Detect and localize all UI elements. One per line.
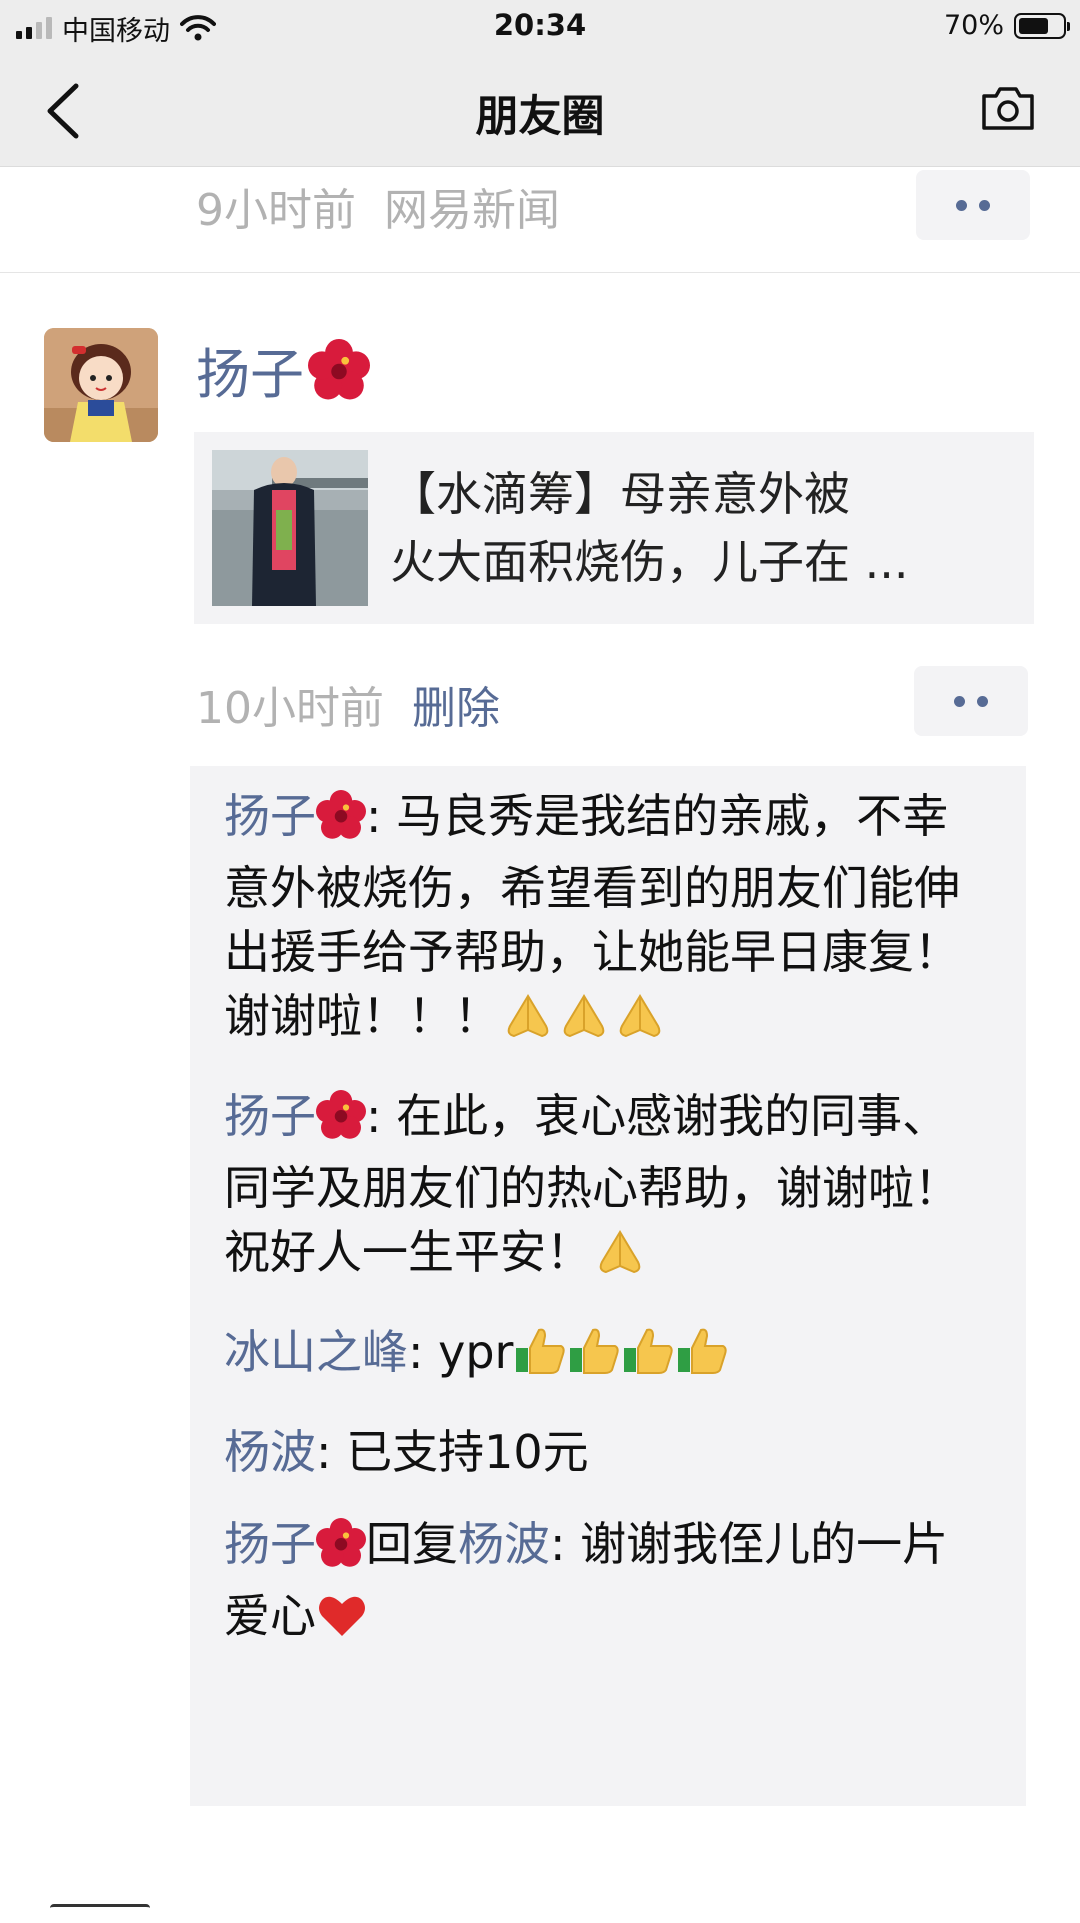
post-author[interactable]: 扬子 [196,330,370,409]
pray-icon [612,990,668,1056]
shared-link-thumbnail [212,450,368,606]
thumbs-up-icon [513,1326,567,1392]
reply-word: 回复 [366,1517,458,1571]
dot-icon [977,695,988,707]
post-meta: 10小时前 删除 [196,672,500,736]
shared-link-title: 【水滴筹】母亲意外被 火大面积烧伤，儿子在 ... [390,460,1010,596]
comment[interactable]: 杨波: 已支持10元 [224,1420,992,1484]
battery-percent: 70% [943,10,1004,41]
post-time: 10小时前 [196,683,384,734]
status-bar: 中国移动 20:34 70% [0,0,1080,56]
hibiscus-icon [316,1090,366,1156]
more-actions-button[interactable] [916,170,1030,240]
reply-target[interactable]: 杨波 [458,1517,550,1571]
previous-post-source[interactable]: 网易新闻 [384,185,560,236]
shared-link-card[interactable]: 【水滴筹】母亲意外被 火大面积烧伤，儿子在 ... [194,432,1034,624]
red-heart-icon [316,1590,368,1656]
hibiscus-icon [308,338,370,399]
comment-author[interactable]: 扬子 [224,1517,316,1571]
dot-icon [979,199,990,211]
nav-bar: 朋友圈 [0,56,1080,166]
shared-link-title-line1: 【水滴筹】母亲意外被 [390,467,850,521]
previous-post-meta: 9小时前 网易新闻 [196,174,560,238]
thumbs-up-icon [621,1326,675,1392]
avatar-image [44,328,158,442]
pray-icon [592,1226,648,1292]
post-author-name: 扬子 [196,343,304,406]
comment[interactable]: 扬子: 马良秀是我结的亲戚，不幸意外被烧伤，希望看到的朋友们能伸出援手给予帮助，… [224,784,992,1056]
more-actions-button[interactable] [914,666,1028,736]
next-post-edge [50,1904,150,1923]
delete-button[interactable]: 删除 [412,683,500,734]
comment-author[interactable]: 冰山之峰 [224,1325,408,1379]
dot-icon [956,199,967,211]
top-bar: 中国移动 20:34 70% 朋友圈 [0,0,1080,167]
hibiscus-icon [316,790,366,856]
hibiscus-icon [316,1518,366,1584]
comment-author[interactable]: 扬子 [224,789,316,843]
dot-icon [954,695,965,707]
pray-icon [556,990,612,1056]
page-title: 朋友圈 [475,92,605,142]
battery-icon [1014,12,1070,39]
comment[interactable]: 扬子 回复杨波: 谢谢我侄儿的一片爱心 [224,1512,992,1656]
shared-link-title-line2: 火大面积烧伤，儿子在 ... [390,535,909,589]
battery-indicator: 70% [943,10,1070,41]
post-divider [0,272,1080,273]
comment[interactable]: 扬子: 在此，衷心感谢我的同事、同学及朋友们的热心帮助，谢谢啦！祝好人一生平安！ [224,1084,992,1292]
thumbs-up-icon [675,1326,729,1392]
status-time: 20:34 [493,8,587,42]
camera-button[interactable] [980,84,1036,132]
comment-text: ypr [438,1325,514,1379]
previous-post-time: 9小时前 [196,185,356,236]
comment-author[interactable]: 杨波 [224,1425,316,1479]
thumbs-up-icon [567,1326,621,1392]
comment[interactable]: 冰山之峰: ypr [224,1320,992,1392]
pray-icon [500,990,556,1056]
comment-author[interactable]: 扬子 [224,1089,316,1143]
comment-text: 已支持10元 [346,1425,589,1479]
avatar[interactable] [44,328,158,442]
comments-panel: 扬子: 马良秀是我结的亲戚，不幸意外被烧伤，希望看到的朋友们能伸出援手给予帮助，… [190,766,1026,1806]
